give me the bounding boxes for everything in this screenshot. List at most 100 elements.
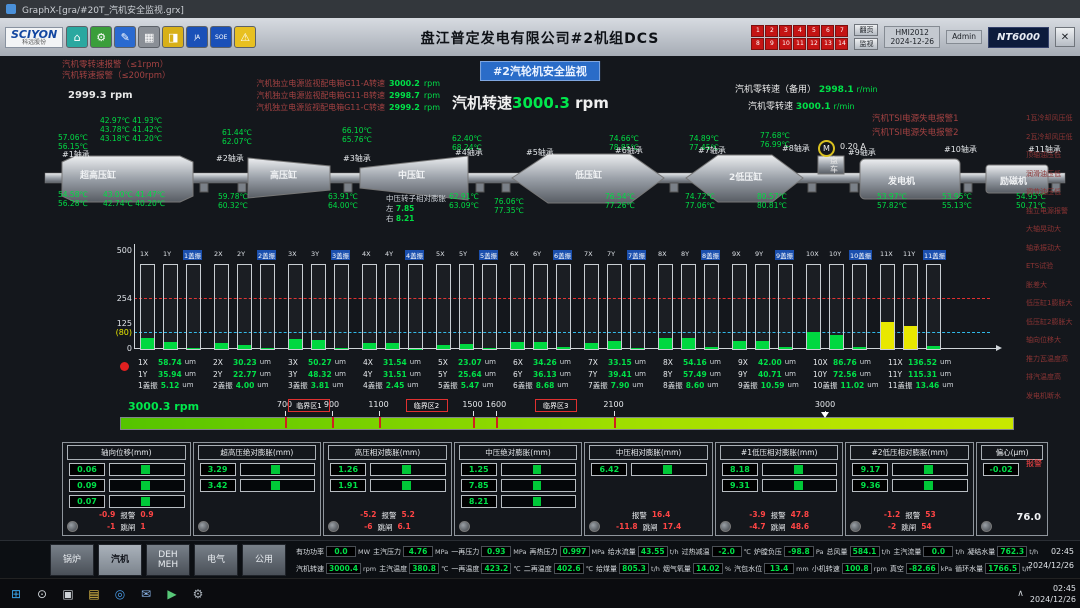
vib-point-value[interactable]: 136.52 [908, 357, 937, 369]
browser-icon[interactable]: ◎ [108, 582, 132, 606]
alarm-tile[interactable]: 9 [765, 38, 778, 50]
task-view-icon[interactable]: ▣ [56, 582, 80, 606]
value-box[interactable]: 7.85 [461, 479, 497, 492]
layers-icon[interactable]: ◨ [162, 26, 184, 48]
vib-point-value[interactable]: 86.76 [833, 357, 857, 369]
readout-value[interactable]: 0.997 [560, 546, 590, 557]
value-box[interactable]: -0.02 [983, 463, 1019, 476]
value-box[interactable]: 1.91 [330, 479, 366, 492]
value-box[interactable]: 1.25 [461, 463, 497, 476]
readout-value[interactable]: 100.8 [842, 563, 872, 574]
readout-value[interactable]: 4.76 [403, 546, 433, 557]
vib-point-value[interactable]: 11.02 [841, 380, 865, 392]
vib-point-value[interactable]: 31.51 [383, 369, 407, 381]
value-box[interactable]: 9.36 [852, 479, 888, 492]
value-box[interactable]: 9.17 [852, 463, 888, 476]
value-box[interactable]: 6.42 [591, 463, 627, 476]
alarm-list-item[interactable]: 顶轴油压低 [1026, 151, 1080, 159]
nav-button-汽机[interactable]: 汽机 [98, 544, 142, 576]
alarm-tile[interactable]: 1 [751, 25, 764, 37]
vib-point-value[interactable]: 58.74 [158, 357, 182, 369]
alarm-list-item[interactable]: 排汽温度高 [1026, 373, 1080, 381]
alarm-tile[interactable]: 13 [821, 38, 834, 50]
ja-icon[interactable]: JA [186, 26, 208, 48]
vib-point-value[interactable]: 35.94 [158, 369, 182, 381]
alarm-tile[interactable]: 4 [793, 25, 806, 37]
start-button[interactable]: ⊞ [4, 582, 28, 606]
vib-point-value[interactable]: 13.46 [916, 380, 940, 392]
taskbar-clock[interactable]: 02:45 2024/12/26 [1030, 583, 1080, 605]
vib-point-value[interactable]: 10.59 [761, 380, 785, 392]
vib-point-value[interactable]: 2.45 [386, 380, 405, 392]
alarm-list-item[interactable]: 低压缸2膨胀大 [1026, 318, 1080, 326]
monitor-button[interactable]: 监视 [854, 38, 878, 50]
alarm-tile[interactable]: 14 [835, 38, 848, 50]
alarm-list-item[interactable]: 润滑油压低 [1026, 170, 1080, 178]
vib-point-value[interactable]: 31.54 [383, 357, 407, 369]
nav-button-电气[interactable]: 电气 [194, 544, 238, 576]
readout-value[interactable]: 14.02 [693, 563, 723, 574]
alarm-list-item[interactable]: 2瓦冷却风压低 [1026, 133, 1080, 141]
readout-value[interactable]: 402.6 [554, 563, 584, 574]
value-box[interactable]: 8.18 [722, 463, 758, 476]
readout-value[interactable]: 423.2 [481, 563, 511, 574]
close-button[interactable]: ✕ [1055, 27, 1075, 47]
alarm-list-item[interactable]: 调节油压低 [1026, 188, 1080, 196]
alarm-tile[interactable]: 2 [765, 25, 778, 37]
value-box[interactable]: 0.07 [69, 495, 105, 508]
page-button[interactable]: 翻页 [854, 24, 878, 36]
mail-icon[interactable]: ✉ [134, 582, 158, 606]
window-titlebar[interactable]: GraphX-[gra/#20T_汽机安全监视.grx] [0, 0, 1080, 18]
vib-point-value[interactable]: 50.27 [308, 357, 332, 369]
vib-point-value[interactable]: 39.41 [608, 369, 632, 381]
grid-icon[interactable]: ▦ [138, 26, 160, 48]
vib-point-value[interactable]: 25.64 [458, 369, 482, 381]
alarm-tile[interactable]: 6 [821, 25, 834, 37]
readout-value[interactable]: 584.1 [850, 546, 880, 557]
readout-value[interactable]: 380.8 [409, 563, 439, 574]
readout-value[interactable]: 13.4 [764, 563, 794, 574]
value-box[interactable]: 0.06 [69, 463, 105, 476]
vib-point-value[interactable]: 30.23 [233, 357, 257, 369]
alarm-list-item[interactable]: 胀差大 [1026, 281, 1080, 289]
tray-chevron-icon[interactable]: ∧ [1013, 589, 1028, 599]
value-box[interactable]: 8.21 [461, 495, 497, 508]
settings-icon[interactable]: ⚙ [186, 582, 210, 606]
vib-point-value[interactable]: 57.49 [683, 369, 707, 381]
vib-point-value[interactable]: 7.90 [611, 380, 630, 392]
vib-point-value[interactable]: 40.71 [758, 369, 782, 381]
nav-button-DEH-MEH[interactable]: DEHMEH [146, 544, 190, 576]
readout-value[interactable]: 0.0 [326, 546, 356, 557]
vib-point-value[interactable]: 115.31 [908, 369, 937, 381]
vib-point-value[interactable]: 72.56 [833, 369, 857, 381]
vib-point-value[interactable]: 3.81 [311, 380, 330, 392]
vib-point-value[interactable]: 22.77 [233, 369, 257, 381]
vib-point-value[interactable]: 36.13 [533, 369, 557, 381]
value-box[interactable]: 3.29 [200, 463, 236, 476]
vib-point-value[interactable]: 42.00 [758, 357, 782, 369]
alarm-tile[interactable]: 3 [779, 25, 792, 37]
alarm-tile[interactable]: 10 [779, 38, 792, 50]
vib-point-value[interactable]: 48.32 [308, 369, 332, 381]
vib-point-value[interactable]: 34.26 [533, 357, 557, 369]
alarm-list-item[interactable]: 1瓦冷却风压低 [1026, 114, 1080, 122]
readout-value[interactable]: -82.66 [906, 563, 939, 574]
readout-value[interactable]: 805.3 [619, 563, 649, 574]
vib-point-value[interactable]: 23.07 [458, 357, 482, 369]
alarm-tile[interactable]: 12 [807, 38, 820, 50]
soe-icon[interactable]: SOE [210, 26, 232, 48]
readout-value[interactable]: 3000.4 [326, 563, 361, 574]
home-icon[interactable]: ⌂ [66, 26, 88, 48]
readout-value[interactable]: -2.0 [712, 546, 742, 557]
readout-value[interactable]: -98.8 [784, 546, 814, 557]
vib-point-value[interactable]: 5.12 [161, 380, 180, 392]
vib-point-value[interactable]: 33.15 [608, 357, 632, 369]
value-box[interactable]: 0.09 [69, 479, 105, 492]
search-icon[interactable]: ⊙ [30, 582, 54, 606]
readout-value[interactable]: 1766.5 [985, 563, 1020, 574]
alarm-list-item[interactable]: 推力瓦温度高 [1026, 355, 1080, 363]
alarm-list-item[interactable]: ETS试验 [1026, 262, 1080, 270]
alarm-list-item[interactable]: 低压缸1膨胀大 [1026, 299, 1080, 307]
alarm-list-item[interactable]: 大轴晃动大 [1026, 225, 1080, 233]
readout-value[interactable]: 0.0 [923, 546, 953, 557]
